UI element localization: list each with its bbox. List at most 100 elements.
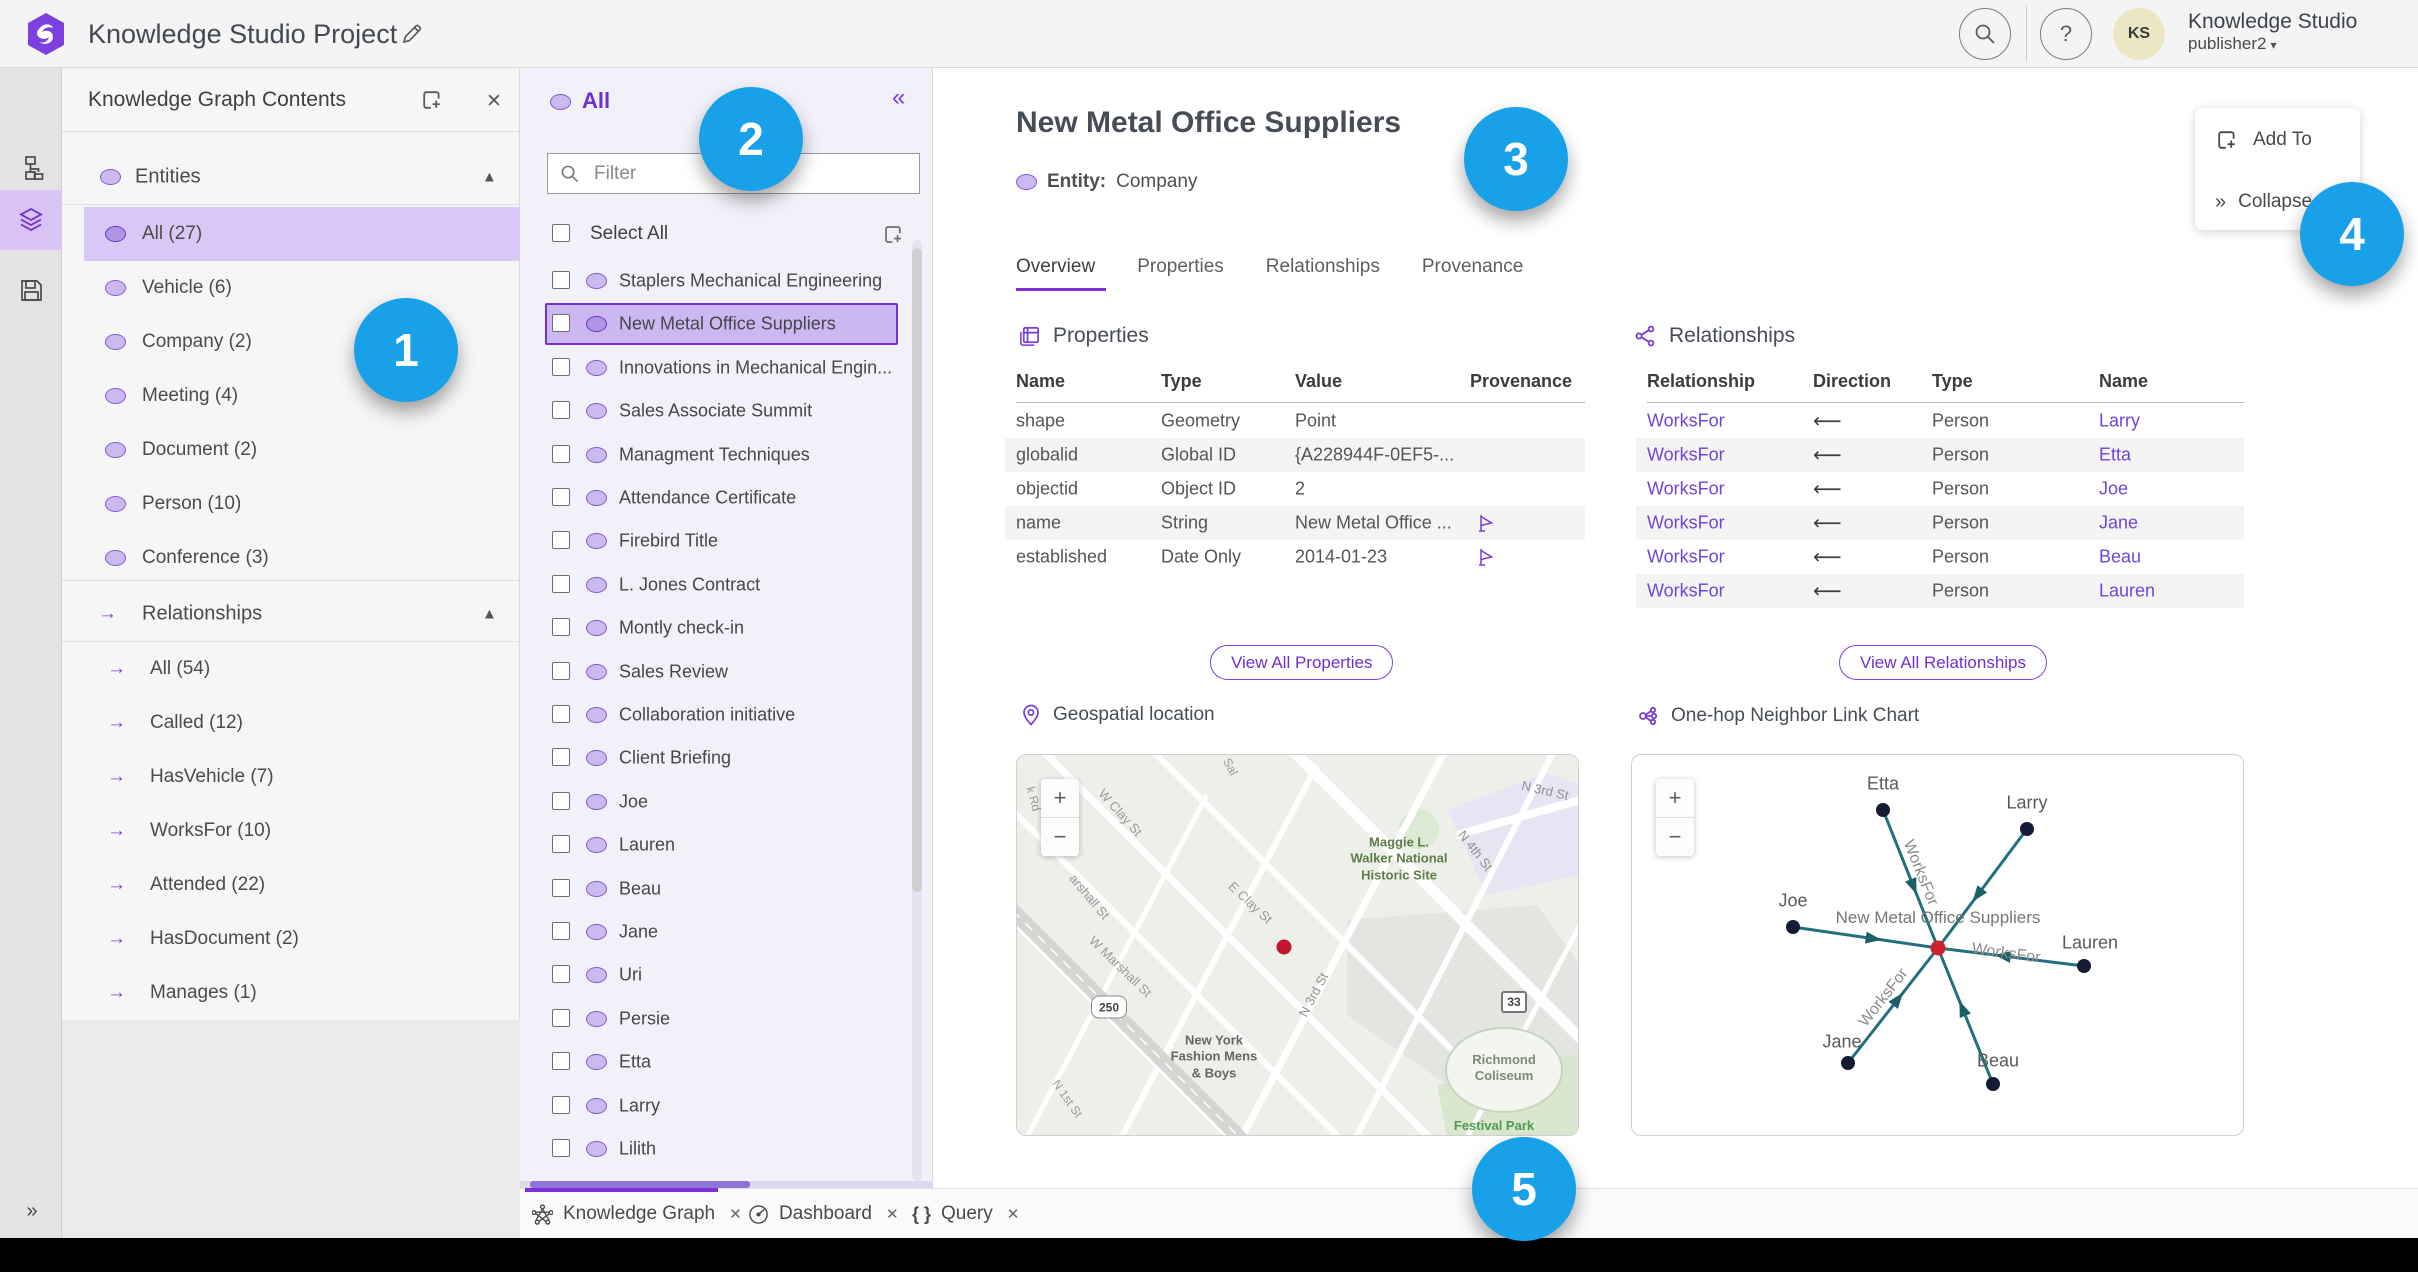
item-checkbox[interactable] <box>552 965 570 984</box>
sidebar-item-relationship[interactable]: → Attended (22) <box>62 858 520 912</box>
add-to-button[interactable]: Add To <box>2215 124 2312 156</box>
list-item[interactable]: Sales Review <box>520 651 933 693</box>
rail-item-save[interactable] <box>0 260 62 320</box>
table-link[interactable]: WorksFor <box>1647 445 1725 466</box>
link-chart-widget[interactable]: Etta Larry Joe Lauren Jane Beau New Metal Offi… <box>1631 754 2244 1136</box>
close-icon[interactable]: ✕ <box>729 1205 742 1223</box>
sidebar-item-relationship[interactable]: → All (54) <box>62 642 520 696</box>
list-item[interactable]: Staplers Mechanical Engineering <box>520 260 933 302</box>
table-link[interactable]: Jane <box>2099 513 2138 534</box>
provenance-flag-icon[interactable] <box>1478 548 1495 566</box>
sidebar-item-entity[interactable]: Meeting (4) <box>62 369 520 423</box>
chart-center-node[interactable] <box>1930 940 1946 956</box>
collapse-panel-icon[interactable]: « <box>892 84 905 112</box>
item-checkbox[interactable] <box>552 878 570 897</box>
horizontal-scrollbar-thumb[interactable] <box>530 1181 750 1188</box>
item-checkbox[interactable] <box>552 531 570 550</box>
zoom-in-button[interactable]: + <box>1041 779 1079 817</box>
list-item[interactable]: Lilith <box>520 1128 933 1170</box>
item-checkbox[interactable] <box>552 835 570 854</box>
item-checkbox[interactable] <box>552 271 570 289</box>
chart-node[interactable] <box>1986 1077 2000 1091</box>
table-link[interactable]: WorksFor <box>1647 547 1725 568</box>
sidebar-item-entity[interactable]: Conference (3) <box>62 531 520 585</box>
list-item[interactable]: Beau <box>520 868 933 910</box>
table-link[interactable]: WorksFor <box>1647 411 1725 432</box>
item-checkbox[interactable] <box>552 401 570 420</box>
list-item[interactable]: Collaboration initiative <box>520 694 933 736</box>
item-checkbox[interactable] <box>552 488 570 506</box>
tab-properties[interactable]: Properties <box>1137 256 1224 286</box>
list-item[interactable]: Larry <box>520 1085 933 1127</box>
tab-provenance[interactable]: Provenance <box>1422 256 1523 286</box>
chart-node[interactable] <box>2077 959 2091 973</box>
table-link[interactable]: Joe <box>2099 479 2128 500</box>
tab-overview[interactable]: Overview <box>1016 256 1095 286</box>
list-item[interactable]: L. Jones Contract <box>520 564 933 606</box>
item-checkbox[interactable] <box>552 705 570 723</box>
item-checkbox[interactable] <box>552 1008 570 1027</box>
view-tab-query[interactable]: { } Query ✕ <box>912 1189 1019 1239</box>
view-tab-knowledge-graph[interactable]: Knowledge Graph ✕ <box>532 1189 742 1239</box>
list-item[interactable]: Sales Associate Summit <box>520 390 933 432</box>
list-item[interactable]: Uri <box>520 954 933 996</box>
rail-item-contents[interactable] <box>0 190 62 250</box>
table-link[interactable]: WorksFor <box>1647 581 1725 602</box>
chevron-up-icon[interactable]: ▲ <box>482 169 497 186</box>
list-item[interactable]: Client Briefing <box>520 737 933 779</box>
item-checkbox[interactable] <box>552 574 570 593</box>
item-checkbox[interactable] <box>552 1139 570 1157</box>
close-icon[interactable]: ✕ <box>886 1205 899 1223</box>
chart-node[interactable] <box>1876 803 1890 817</box>
chart-node[interactable] <box>1841 1056 1855 1070</box>
select-all-checkbox[interactable] <box>552 224 570 242</box>
rail-item-schema[interactable] <box>0 138 62 198</box>
provenance-flag-icon[interactable] <box>1478 514 1495 532</box>
zoom-out-button[interactable]: − <box>1041 818 1079 856</box>
item-checkbox[interactable] <box>552 1052 570 1071</box>
view-all-properties-button[interactable]: View All Properties <box>1210 645 1394 680</box>
list-item[interactable]: Montly check-in <box>520 607 933 649</box>
item-checkbox[interactable] <box>552 357 570 376</box>
list-item[interactable]: New Metal Office Suppliers <box>520 303 933 346</box>
expand-rail-button[interactable]: » <box>0 1184 62 1238</box>
sidebar-item-entity[interactable]: Person (10) <box>62 477 520 531</box>
add-to-new-icon[interactable] <box>882 223 905 246</box>
table-link[interactable]: Larry <box>2099 411 2140 432</box>
table-link[interactable]: Beau <box>2099 547 2141 568</box>
sidebar-item-relationship[interactable]: → WorksFor (10) <box>62 804 520 858</box>
item-checkbox[interactable] <box>552 1095 570 1114</box>
list-item[interactable]: Jane <box>520 911 933 953</box>
item-checkbox[interactable] <box>552 661 570 680</box>
item-checkbox[interactable] <box>552 444 570 463</box>
sidebar-item-relationship[interactable]: → HasDocument (2) <box>62 912 520 966</box>
list-item[interactable]: Joe <box>520 781 933 823</box>
add-to-new-icon[interactable] <box>420 88 444 112</box>
search-button[interactable] <box>1959 8 2011 60</box>
map-widget[interactable]: k Rd W Clay St Sal Maggie L. Walker Nationa… <box>1016 754 1579 1136</box>
item-checkbox[interactable] <box>552 314 570 333</box>
item-checkbox[interactable] <box>552 748 570 767</box>
chevron-up-icon[interactable]: ▲ <box>482 606 497 623</box>
sidebar-item-relationship[interactable]: → HasVehicle (7) <box>62 750 520 804</box>
close-icon[interactable]: ✕ <box>1007 1205 1020 1223</box>
user-menu[interactable]: Knowledge Studio publisher2 ▾ <box>2188 10 2357 54</box>
view-all-relationships-button[interactable]: View All Relationships <box>1839 645 2047 680</box>
item-checkbox[interactable] <box>552 922 570 940</box>
chart-node[interactable] <box>2020 822 2034 836</box>
sidebar-item-entity[interactable]: All (27) <box>62 207 520 261</box>
collapse-button[interactable]: » Collapse <box>2215 186 2312 218</box>
list-item[interactable]: Persie <box>520 998 933 1040</box>
list-item[interactable]: Innovations in Mechanical Engin... <box>520 347 933 389</box>
list-item[interactable]: Managment Techniques <box>520 434 933 476</box>
edit-title-icon[interactable] <box>400 22 424 46</box>
table-link[interactable]: Lauren <box>2099 581 2155 602</box>
zoom-out-button[interactable]: − <box>1656 818 1694 856</box>
relationships-section-header[interactable]: → Relationships ▲ <box>62 587 520 642</box>
view-tab-dashboard[interactable]: Dashboard ✕ <box>748 1189 899 1239</box>
table-link[interactable]: WorksFor <box>1647 479 1725 500</box>
chart-node[interactable] <box>1786 920 1800 934</box>
list-item[interactable]: Attendance Certificate <box>520 477 933 519</box>
tab-relationships[interactable]: Relationships <box>1266 256 1380 286</box>
sidebar-item-entity[interactable]: Vehicle (6) <box>62 261 520 315</box>
